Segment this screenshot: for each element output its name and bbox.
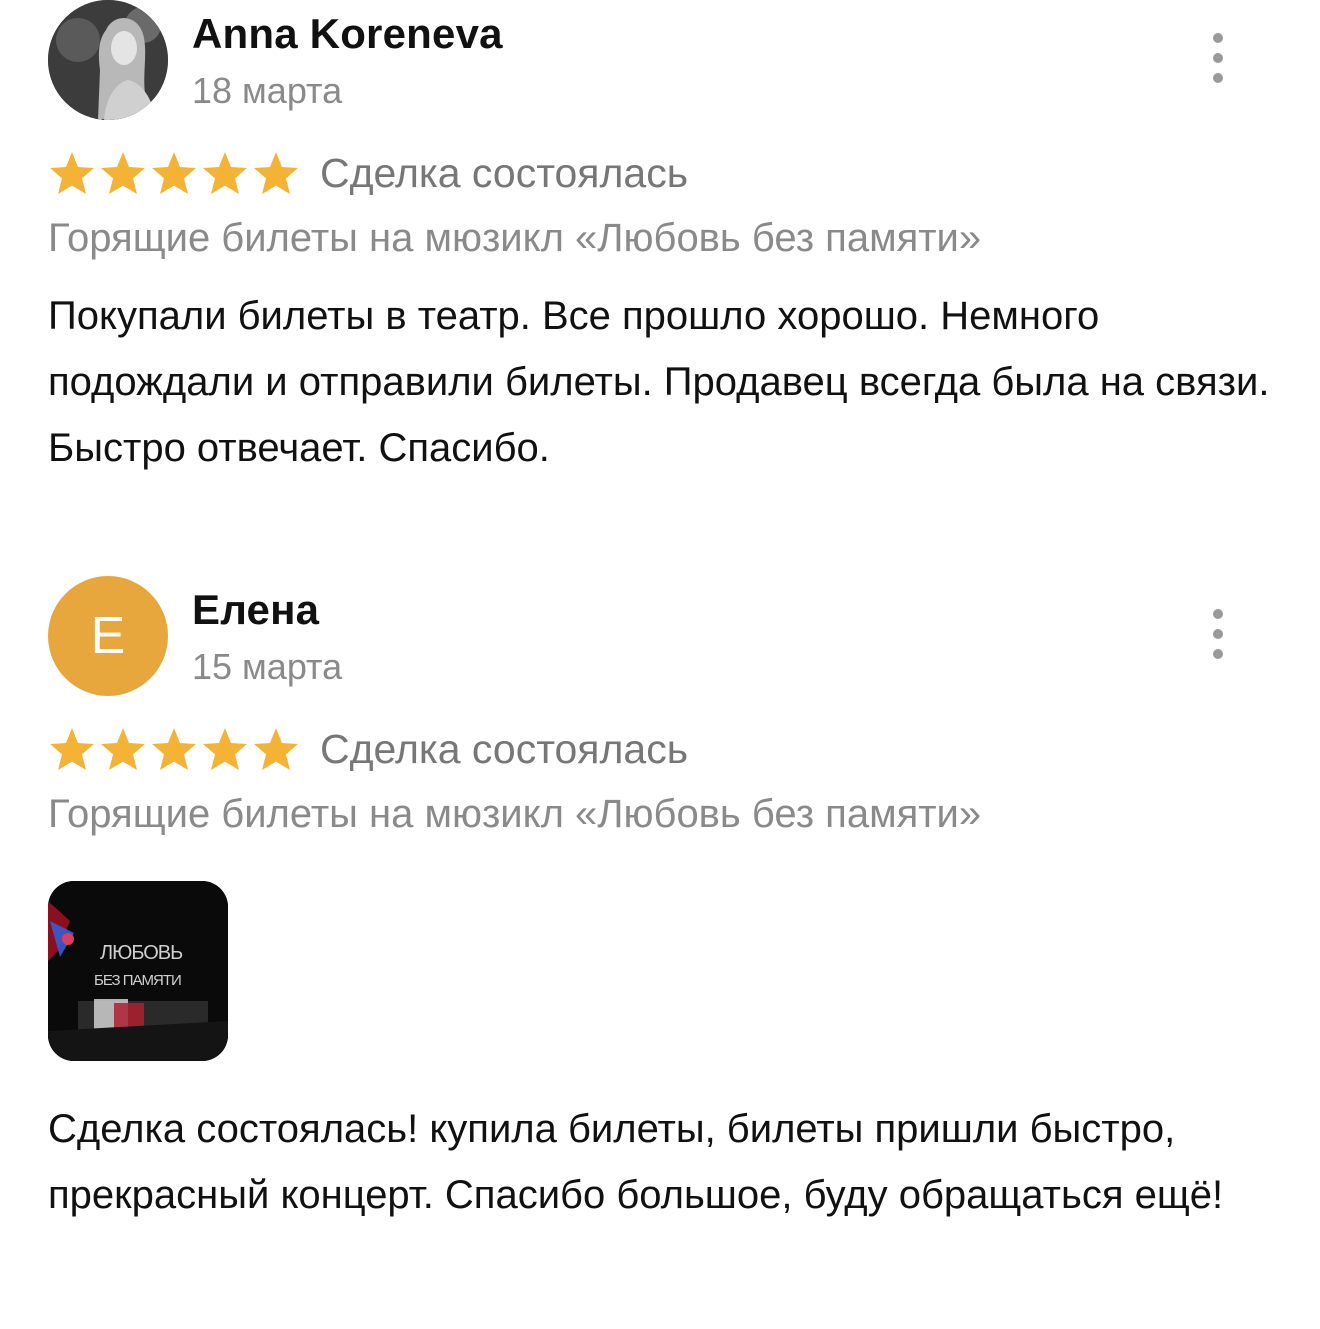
stage-photo-icon: ЛЮБОВЬ БЕЗ ПАМЯТИ: [48, 881, 228, 1061]
avatar-letter: Е: [90, 607, 126, 665]
deal-status: Сделка состоялась: [320, 149, 689, 196]
review-date: 15 марта: [192, 646, 343, 687]
star-icon: [50, 152, 94, 194]
more-vertical-icon[interactable]: [1206, 609, 1230, 659]
review-photo[interactable]: ЛЮБОВЬ БЕЗ ПАМЯТИ: [48, 881, 228, 1061]
user-avatar[interactable]: [48, 0, 168, 120]
more-vertical-icon[interactable]: [1206, 33, 1230, 83]
deal-status: Сделка состоялась: [320, 725, 689, 772]
review-date: 18 марта: [192, 70, 343, 111]
star-icon: [254, 152, 298, 194]
star-icon: [152, 728, 196, 770]
user-avatar[interactable]: Е: [48, 576, 168, 696]
photo-caption-line: БЕЗ ПАМЯТИ: [94, 972, 181, 989]
item-title-link[interactable]: Горящие билеты на мюзикл «Любовь без пам…: [48, 216, 981, 261]
star-icon: [50, 728, 94, 770]
rating-row: Сделка состоялась: [48, 724, 688, 774]
star-icon: [101, 728, 145, 770]
review-text: Сделка состоялась! купила билеты, билеты…: [48, 1107, 1224, 1217]
item-title-link[interactable]: Горящие билеты на мюзикл «Любовь без пам…: [48, 792, 981, 837]
review-text: Покупали билеты в театр. Все прошло хоро…: [48, 294, 1270, 470]
avatar-photo-icon: [48, 0, 168, 120]
author-name[interactable]: Anna Koreneva: [192, 10, 503, 58]
photo-caption-line: ЛЮБОВЬ: [100, 942, 183, 964]
star-rating: [48, 726, 300, 772]
star-icon: [101, 152, 145, 194]
star-icon: [152, 152, 196, 194]
star-icon: [254, 728, 298, 770]
star-icon: [203, 728, 247, 770]
author-name[interactable]: Елена: [192, 586, 319, 634]
rating-row: Сделка состоялась: [48, 148, 688, 198]
star-icon: [203, 152, 247, 194]
star-rating: [48, 150, 300, 196]
